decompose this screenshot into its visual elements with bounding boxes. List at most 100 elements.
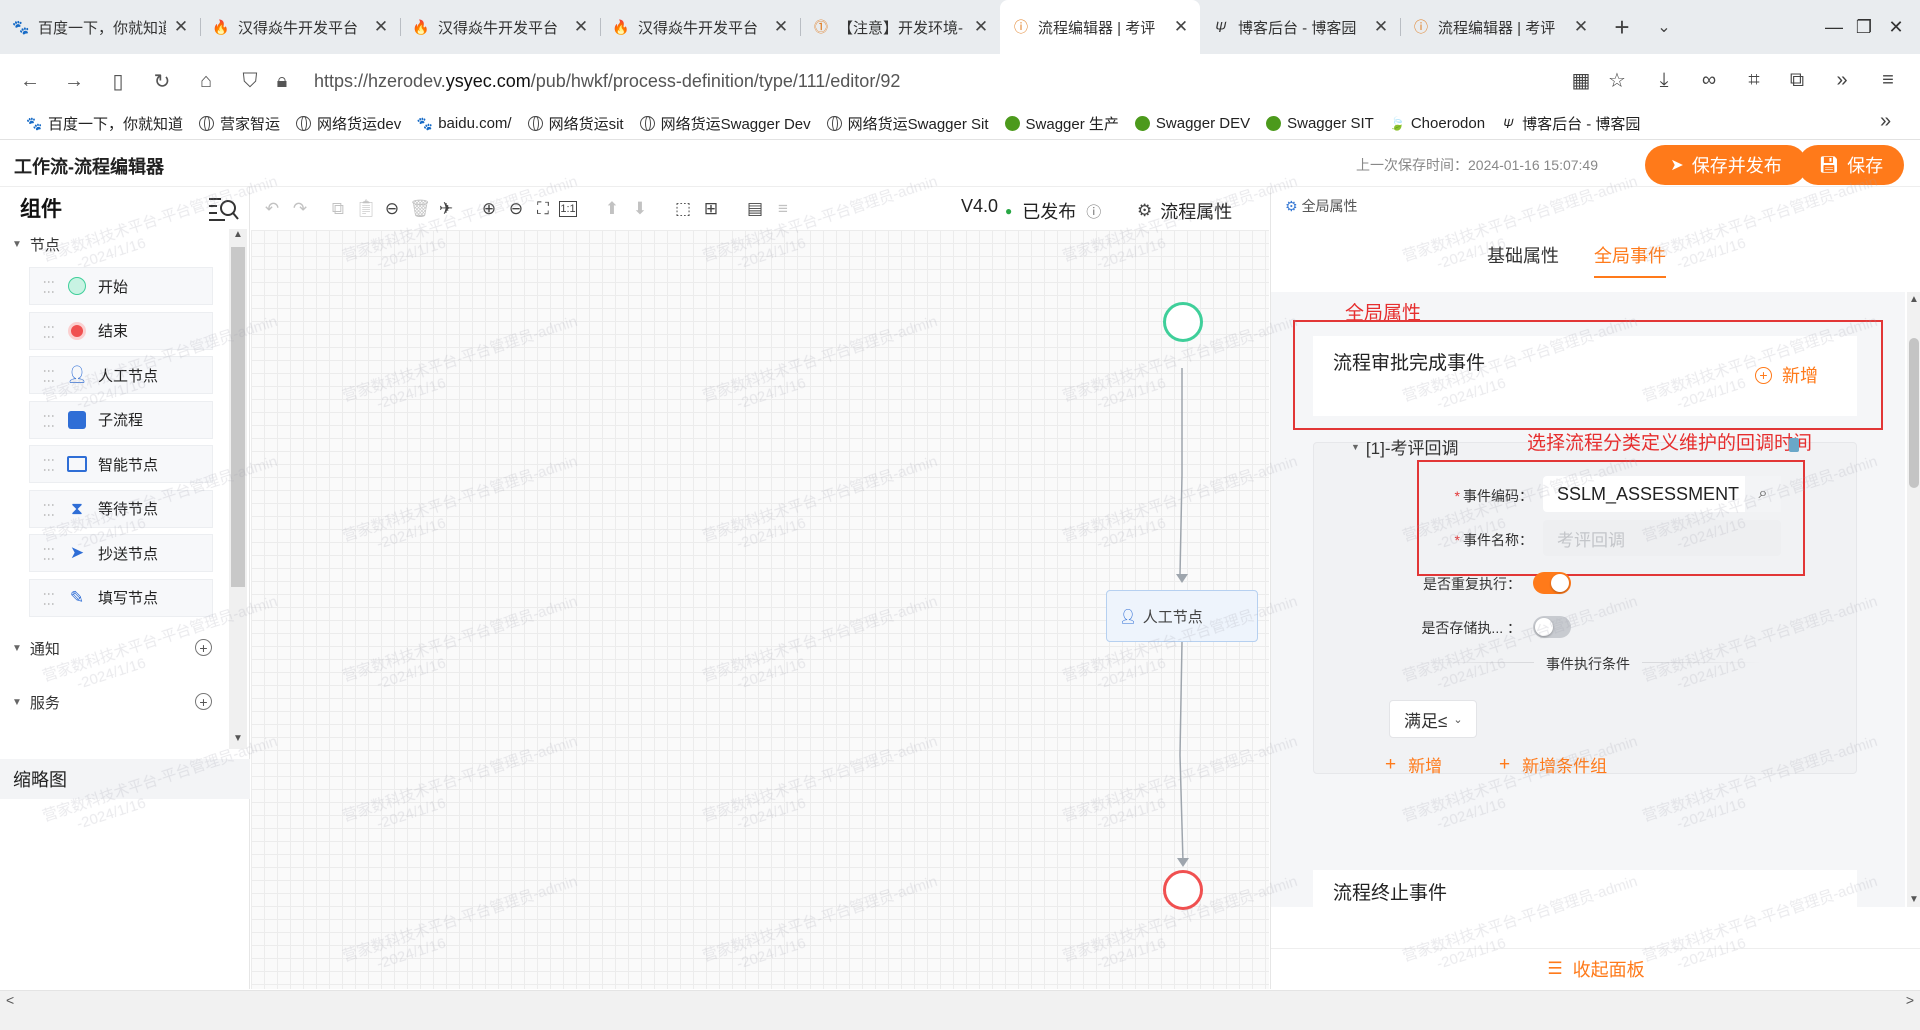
close-icon[interactable]: ✕ — [772, 17, 790, 37]
bookmark-item[interactable]: Swagger 生产 — [1004, 113, 1119, 134]
process-properties-button[interactable]: ⚙ 流程属性 — [1137, 198, 1232, 224]
browser-tab-active[interactable]: ⓘ 流程编辑器 | 考评 ✕ — [1000, 0, 1200, 54]
scroll-up-icon[interactable]: ▲ — [1909, 294, 1919, 305]
node-item[interactable]: ⋮⋮ ✎ 填写节点 — [29, 578, 213, 617]
extensions-icon[interactable]: ⧉ — [1777, 60, 1817, 100]
bookmark-item[interactable]: 网络货运Swagger Sit — [826, 113, 989, 134]
new-tab-button[interactable]: + — [1600, 0, 1644, 54]
info-icon[interactable]: ⓘ — [1086, 201, 1101, 222]
drag-handle-icon[interactable]: ⋮⋮ — [42, 365, 56, 385]
drag-handle-icon[interactable]: ⋮⋮ — [42, 410, 56, 430]
close-icon[interactable]: ✕ — [1572, 17, 1590, 37]
drag-handle-icon[interactable]: ⋮⋮ — [42, 588, 56, 608]
start-node[interactable] — [1163, 302, 1203, 342]
bookmark-item[interactable]: 🍃 Choerodon — [1389, 115, 1485, 132]
zoom-in-icon[interactable]: ⊕ — [478, 198, 500, 220]
tab-basic-properties[interactable]: 基础属性 — [1487, 242, 1559, 276]
node-item[interactable]: ⋮⋮ 智能节点 — [29, 445, 213, 483]
browser-tab[interactable]: ⓘ 流程编辑器 | 考评 ✕ — [1400, 0, 1600, 54]
drag-handle-icon[interactable]: ⋮⋮ — [42, 454, 56, 474]
glasses-icon[interactable]: ∞ — [1689, 60, 1729, 100]
add-condition-group-button[interactable]: + 新增条件组 — [1499, 752, 1607, 777]
close-icon[interactable]: ✕ — [172, 17, 190, 37]
save-button[interactable]: 💾︎ 保存 — [1798, 145, 1904, 185]
drag-handle-icon[interactable]: ⋮⋮ — [42, 276, 56, 296]
scroll-down-icon[interactable]: ▼ — [1909, 894, 1919, 905]
undo-icon[interactable]: ↶ — [261, 198, 283, 220]
tab-global-events[interactable]: 全局事件 — [1594, 242, 1666, 278]
home-icon[interactable]: ⌂ — [184, 59, 228, 103]
url-field[interactable]: https://hzerodev. ysyec.com/pub/hwkf/proc… — [314, 62, 1684, 100]
horizontal-scrollbar[interactable]: < > — [0, 990, 1920, 1010]
search-list-icon[interactable] — [207, 193, 241, 223]
event-name-field[interactable]: 考评回调 — [1543, 520, 1781, 556]
menu-icon[interactable]: ≡ — [1868, 60, 1908, 100]
node-item[interactable]: ⋮⋮ 结束 — [29, 311, 213, 350]
node-item[interactable]: ⋮⋮ 开始 — [29, 267, 213, 305]
fit-view-icon[interactable]: ⛶ — [532, 198, 554, 220]
add-event-button[interactable]: + 新增 — [1755, 362, 1818, 388]
flow-canvas[interactable]: 👤︎ 人工节点 — [251, 230, 1269, 989]
close-icon[interactable]: ✕ — [572, 17, 590, 37]
scroll-right-icon[interactable]: > — [1906, 992, 1914, 1008]
bookmark-item[interactable]: 𝛹 博客后台 - 博客园 — [1500, 113, 1641, 134]
browser-tab[interactable]: 🔥 汉得焱牛开发平台 ✕ — [400, 0, 600, 54]
repeat-execution-toggle[interactable] — [1533, 572, 1571, 594]
section-notify[interactable]: ▼ 通知 + — [0, 633, 250, 663]
scrollbar-thumb[interactable] — [1909, 338, 1919, 488]
add-circle-icon[interactable]: + — [195, 639, 212, 656]
add-condition-button[interactable]: + 新增 — [1385, 752, 1442, 777]
redo-icon[interactable]: ↷ — [289, 198, 311, 220]
reload-icon[interactable]: ↻ — [140, 59, 184, 103]
zoom-out-icon[interactable]: ⊖ — [505, 198, 527, 220]
component-scrollbar[interactable]: ▲ ▼ — [229, 229, 247, 749]
bookmark-item[interactable]: 网络货运Swagger Dev — [639, 113, 811, 134]
browser-tab[interactable]: 🔥 汉得焱牛开发平台 ✕ — [600, 0, 800, 54]
scroll-left-icon[interactable]: < — [6, 992, 14, 1008]
scroll-down-icon[interactable]: ▼ — [229, 733, 247, 749]
layer-down-icon[interactable]: ⬇ — [629, 198, 651, 220]
drag-handle-icon[interactable]: ⋮⋮ — [42, 499, 56, 519]
close-window-icon[interactable]: ✕ — [1866, 0, 1920, 54]
browser-tab[interactable]: 𝛹 博客后台 - 博客园 ✕ — [1200, 0, 1400, 54]
star-icon[interactable]: ☆ — [1597, 60, 1637, 100]
close-icon[interactable]: ✕ — [372, 17, 390, 37]
browser-tab[interactable]: ⓵ 【注意】开发环境- ✕ — [800, 0, 1000, 54]
close-icon[interactable]: ✕ — [972, 17, 990, 37]
bookmark-item[interactable]: 网络货运dev — [295, 113, 401, 134]
node-item[interactable]: ⋮⋮ ➤ 抄送节点 — [29, 534, 213, 572]
forward-icon[interactable]: → — [52, 59, 96, 103]
paste-icon[interactable]: 📋︎ — [355, 198, 377, 220]
scrollbar-thumb[interactable] — [231, 247, 245, 587]
node-item[interactable]: ⋮⋮ 👤︎ 人工节点 — [29, 356, 213, 394]
bookmark-item[interactable]: 网络货运sit — [527, 113, 624, 134]
qr-code-icon[interactable]: ▦ — [1561, 60, 1601, 100]
bookmark-item[interactable]: Swagger DEV — [1134, 115, 1250, 132]
chevron-down-icon[interactable]: ⌄ — [1644, 0, 1684, 54]
back-icon[interactable]: ← — [8, 59, 52, 103]
bookmark-item[interactable]: Swagger SIT — [1265, 115, 1374, 132]
event-code-field[interactable]: SSLM_ASSESSMENT ⌕ — [1543, 476, 1781, 512]
store-execution-toggle[interactable] — [1533, 616, 1571, 638]
drag-handle-icon[interactable] — [1789, 438, 1799, 452]
save-and-publish-button[interactable]: ➤ 保存并发布 — [1645, 145, 1807, 185]
condition-select[interactable]: 满足≤ ⌄ — [1389, 700, 1477, 738]
bookmark-item[interactable]: 营家智运 — [198, 113, 280, 134]
crop-icon[interactable]: ⌗ — [1734, 60, 1774, 100]
drag-handle-icon[interactable]: ⋮⋮ — [42, 543, 56, 563]
select-all-icon[interactable]: ⬚ — [672, 198, 694, 220]
drag-handle-icon[interactable]: ⋮⋮ — [42, 321, 56, 341]
zoom-search-icon[interactable]: ⊖ — [381, 198, 403, 220]
bookmark-item[interactable]: 🐾 baidu.com/ — [416, 115, 512, 132]
close-icon[interactable]: ✕ — [1372, 17, 1390, 37]
properties-scrollbar[interactable]: ▲ ▼ — [1907, 292, 1920, 907]
end-node[interactable] — [1163, 870, 1203, 910]
search-list-icon[interactable]: ⌕ — [1745, 476, 1781, 512]
section-nodes[interactable]: ▼ 节点 — [0, 229, 250, 259]
section-service[interactable]: ▼ 服务 + — [0, 687, 250, 717]
copy-icon[interactable]: ⧉ — [327, 198, 349, 220]
bookmarks-overflow-icon[interactable]: » — [1880, 110, 1891, 133]
event-group-header[interactable]: ▼ [1]-考评回调 — [1351, 434, 1458, 459]
bookmark-item[interactable]: 🐾 百度一下，你就知道 — [26, 113, 183, 134]
more-icon[interactable]: » — [1822, 60, 1862, 100]
